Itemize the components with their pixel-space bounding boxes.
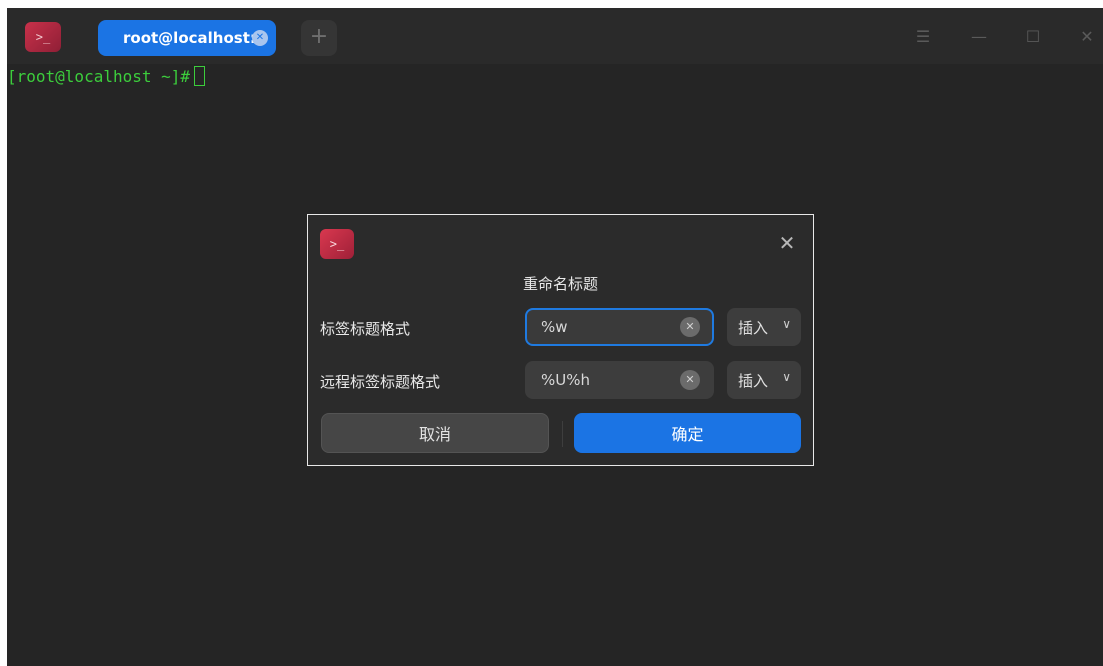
terminal-app-icon[interactable]: >_	[25, 22, 61, 52]
maximize-icon[interactable]: ☐	[1021, 25, 1045, 49]
close-window-icon[interactable]: ✕	[1075, 25, 1099, 49]
dialog-close-icon[interactable]: ✕	[775, 231, 799, 255]
insert-label: 插入	[738, 371, 769, 390]
cancel-button[interactable]: 取消	[321, 413, 549, 453]
chevron-down-icon: ∨	[782, 317, 791, 331]
tab-title-format-value: %w	[541, 318, 568, 336]
title-bar: >_ root@localhost:~ ✕ + ☰ — ☐ ✕	[7, 8, 1103, 64]
confirm-button[interactable]: 确定	[574, 413, 801, 453]
tab-title-format-label: 标签标题格式	[320, 320, 411, 338]
remote-tab-title-format-value: %U%h	[541, 371, 590, 389]
menu-icon[interactable]: ☰	[911, 25, 935, 49]
insert-dropdown-remote[interactable]: 插入 ∨	[727, 361, 801, 399]
minimize-icon[interactable]: —	[967, 25, 991, 49]
insert-dropdown-tab[interactable]: 插入 ∨	[727, 308, 801, 346]
tab-root-localhost[interactable]: root@localhost:~ ✕	[98, 20, 276, 56]
remote-tab-title-format-input[interactable]: %U%h ✕	[525, 361, 714, 399]
insert-label: 插入	[738, 318, 769, 337]
dialog-title: 重命名标题	[522, 275, 598, 293]
chevron-down-icon: ∨	[782, 370, 791, 384]
tab-close-icon[interactable]: ✕	[252, 30, 268, 46]
new-tab-button[interactable]: +	[301, 20, 337, 56]
button-divider	[562, 421, 563, 447]
remote-tab-title-format-label: 远程标签标题格式	[320, 373, 441, 391]
clear-icon[interactable]: ✕	[680, 370, 700, 390]
tab-title-format-input[interactable]: %w ✕	[525, 308, 714, 346]
terminal-window: >_ root@localhost:~ ✕ + ☰ — ☐ ✕ [root@lo…	[7, 8, 1103, 666]
tab-label: root@localhost:~	[123, 29, 269, 47]
rename-title-dialog: >_ ✕ 重命名标题 标签标题格式 %w ✕ 插入 ∨ 远程标签标题格式 %U%…	[307, 214, 814, 466]
prompt-text: [root@localhost ~]#	[7, 67, 191, 86]
clear-icon[interactable]: ✕	[680, 317, 700, 337]
terminal-prompt: [root@localhost ~]#	[7, 66, 206, 86]
dialog-terminal-icon: >_	[320, 229, 354, 259]
terminal-cursor	[194, 66, 206, 86]
